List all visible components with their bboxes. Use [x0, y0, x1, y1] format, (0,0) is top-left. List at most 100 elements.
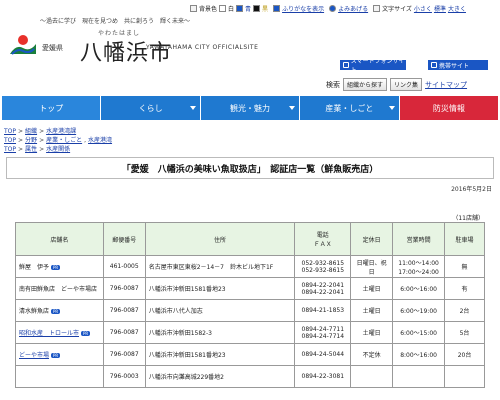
city-name-english: YAWATAHAMA CITY OFFICIALSITE	[146, 44, 259, 51]
bg-white-button[interactable]	[219, 4, 227, 12]
search-label: 検索	[326, 80, 340, 89]
closed-day-cell: 不定休	[350, 343, 394, 366]
bg-blue-button[interactable]	[236, 4, 244, 12]
nav-tab-disaster[interactable]: 防災情報	[399, 96, 499, 120]
breadcrumb-link[interactable]: 属性	[25, 146, 37, 153]
yomiage-link[interactable]: よみあげる	[338, 4, 368, 13]
hours-value: 8:00～16:00	[400, 352, 437, 359]
nav-tab-living[interactable]: くらし	[101, 96, 201, 120]
font-smaller-button[interactable]: 小さく	[414, 4, 432, 13]
zip-cell: 796-0087	[102, 277, 146, 300]
breadcrumb-link[interactable]: 水産関係	[46, 146, 70, 153]
zip-cell: 796-0087	[102, 343, 146, 366]
table-row: 南有田鮮魚店 どーや市場店 796-0087 八幡浜市沖新田1581番地23 0894…	[15, 277, 485, 300]
column-header: 駐車場	[444, 222, 485, 256]
store-name: 鮮屋 伊予	[19, 264, 50, 271]
closed-day-cell: 土曜日	[350, 321, 394, 344]
tel-fax-cell: 0894-22-3081	[294, 365, 352, 388]
column-header: 定休日	[350, 222, 394, 256]
store-name: 南有田鮮魚店 どーや市場店	[19, 286, 98, 293]
nav-tab-tourism[interactable]: 観光・魅力	[200, 96, 301, 120]
tel-fax-cell: 052-932-8615 052-932-8615	[294, 255, 352, 278]
store-table: 店舗名 郵便番号 住所 電話 ＦＡＸ 定休日 営業時間 駐車場 鮮屋 伊予 PR 46…	[15, 222, 485, 388]
breadcrumb-separator: >	[18, 128, 24, 135]
bg-color-label: 背景色	[199, 5, 218, 13]
fax-value: 0894-22-2041	[301, 288, 345, 296]
speaker-icon	[329, 4, 337, 12]
links-button[interactable]: リンク集	[390, 78, 423, 91]
zip-cell: 796-0087	[102, 299, 146, 322]
furigana-icon	[273, 4, 281, 12]
parking-cell: 5台	[444, 321, 485, 344]
bg-blue-label[interactable]: 青	[245, 4, 251, 13]
nav-tab-label: 観光・魅力	[230, 103, 271, 113]
tel-value: 0894-22-2041	[301, 281, 345, 289]
store-name[interactable]: どーや市場	[19, 352, 49, 359]
closed-day-cell: 土曜日	[350, 299, 394, 322]
breadcrumb-link[interactable]: 水産港湾課	[46, 128, 76, 135]
closed-day-cell: 日曜日、祝日	[350, 255, 394, 278]
mobile-site-button[interactable]: 携帯サイト	[428, 60, 488, 70]
furigana-toggle[interactable]: ふりがなを表示	[273, 4, 324, 13]
hours-value: 11:00～14:00	[398, 259, 439, 267]
breadcrumb-link[interactable]: 水産港湾	[88, 137, 112, 144]
smartphone-site-label: スマートフォンサイト	[350, 58, 405, 74]
column-header-tel: 電話	[316, 232, 329, 239]
table-row: 鮮屋 伊予 PR 461-0005 名古屋市東区東桜2－14－7 鈴木ビル地下1F 05…	[15, 255, 485, 278]
mobile-icon	[431, 62, 437, 68]
bg-white-label[interactable]: 白	[228, 4, 234, 13]
city-name[interactable]: 八幡浜市	[80, 35, 172, 67]
pr-badge-icon[interactable]: PR	[81, 331, 91, 336]
pr-badge-icon[interactable]: PR	[51, 309, 61, 314]
nav-tab-top[interactable]: トップ	[2, 96, 102, 120]
breadcrumb-link[interactable]: 組織	[25, 128, 37, 135]
pr-badge-icon[interactable]: PR	[51, 265, 61, 270]
sitemap-link[interactable]: サイトマップ	[425, 80, 467, 90]
store-name[interactable]: 昭和水産 トロール市	[19, 330, 79, 337]
hours-cell: 6:00～16:00	[392, 277, 446, 300]
bg-black-label[interactable]: 黒	[262, 4, 268, 13]
font-size-label: 文字サイズ	[382, 5, 412, 13]
breadcrumb-link[interactable]: TOP	[4, 146, 16, 153]
utility-bar: 背景色 白 青 黒 ふりがなを表示 よみあげる 文字サイズ 小さく 標準 大きく	[190, 3, 500, 13]
store-name-cell	[15, 365, 104, 388]
furigana-link[interactable]: ふりがなを表示	[282, 4, 324, 13]
store-name-cell: 清水鮮魚店 PR	[15, 299, 104, 322]
closed-day-cell: 土曜日	[350, 277, 394, 300]
store-name: 清水鮮魚店	[19, 308, 50, 315]
parking-cell: 無	[444, 255, 485, 278]
hours-value: 6:00～16:00	[400, 286, 437, 293]
smartphone-site-button[interactable]: スマートフォンサイト	[340, 58, 406, 74]
publish-date: 2016年5月2日	[451, 186, 492, 193]
breadcrumb-line: TOP > 分野 > 産業・しごと, 水産港湾	[4, 136, 112, 145]
breadcrumb-link[interactable]: TOP	[4, 137, 16, 144]
yomiage-toggle[interactable]: よみあげる	[329, 4, 368, 13]
font-standard-button[interactable]: 標準	[434, 4, 446, 13]
org-search-button[interactable]: 組織から探す	[343, 78, 388, 91]
breadcrumb-separator: >	[39, 137, 45, 144]
nav-tab-industry[interactable]: 産業・しごと	[300, 96, 400, 120]
breadcrumb-separator: ,	[84, 137, 87, 144]
column-header: 営業時間	[392, 222, 446, 256]
chevron-down-icon	[388, 106, 395, 110]
font-larger-button[interactable]: 大きく	[448, 4, 466, 13]
smartphone-icon	[343, 62, 349, 68]
breadcrumb-link[interactable]: 分野	[25, 137, 37, 144]
address-cell: 八幡浜市沖新田1581番地23	[144, 277, 296, 300]
store-name-cell: 南有田鮮魚店 どーや市場店	[15, 277, 104, 300]
breadcrumb-link[interactable]: TOP	[4, 128, 16, 135]
nav-tab-label: トップ	[39, 103, 64, 113]
table-row: 清水鮮魚店 PR 796-0087 八幡浜市八代人加志 0894-21-1853 土曜日 6…	[15, 299, 485, 322]
hours-cell: 6:00～19:00	[392, 299, 446, 322]
pr-badge-icon[interactable]: PR	[51, 353, 61, 358]
nav-tab-label: 産業・しごと	[325, 103, 374, 113]
breadcrumb-line: TOP > 組織 > 水産港湾課	[4, 127, 112, 136]
text-size-icon	[373, 4, 381, 12]
city-logo-icon[interactable]	[8, 34, 38, 56]
zip-cell: 796-0087	[102, 321, 146, 344]
nav-tab-label: 防災情報	[432, 103, 465, 113]
breadcrumb-line: TOP > 属性 > 水産関係	[4, 145, 112, 154]
bg-black-button[interactable]	[253, 4, 261, 12]
breadcrumb-link[interactable]: 産業・しごと	[46, 137, 82, 144]
bg-color-control: 背景色 白 青 黒	[190, 4, 268, 13]
